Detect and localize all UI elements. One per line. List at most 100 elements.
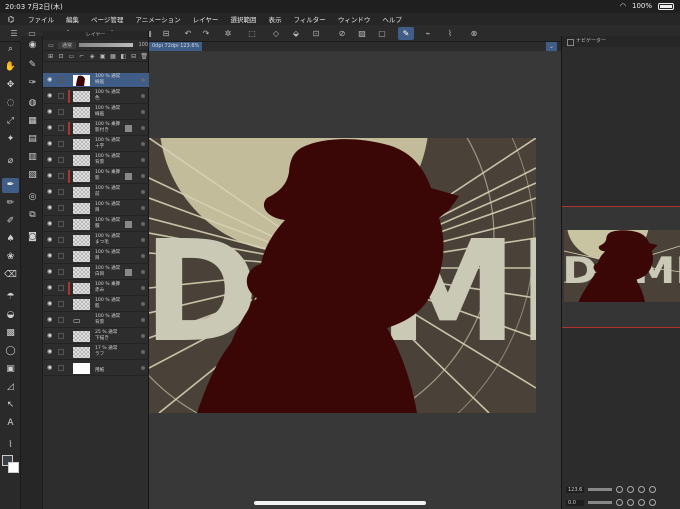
layer-row[interactable]: ◉ 100 % 通常 線画	[43, 73, 149, 88]
layer-row[interactable]: ◉ 100 % 通常肌	[43, 297, 149, 312]
menu-toggle-icon[interactable]: ☰	[6, 27, 22, 40]
crop-icon[interactable]: ⊡	[308, 27, 324, 40]
eye-icon[interactable]: ◉	[47, 157, 54, 163]
pen-pressure-icon[interactable]: ✎	[398, 27, 414, 40]
layer-row[interactable]: ◉ 用紙	[43, 361, 149, 376]
chevron-down-icon[interactable]: ⌄	[545, 42, 557, 51]
clear-icon[interactable]: ✲	[220, 27, 236, 40]
lock-checkbox[interactable]	[58, 189, 64, 195]
zoom-in-icon[interactable]	[627, 486, 635, 493]
eyedropper-tool-icon[interactable]: ⌀	[2, 154, 19, 169]
rotation-slider[interactable]	[588, 501, 612, 504]
layer-row[interactable]: ◉ 17 % 通常 ラフ	[43, 345, 149, 360]
lock-checkbox[interactable]	[58, 349, 64, 355]
layer-panel-tab[interactable]: レイヤー	[43, 31, 148, 40]
menu-window[interactable]: ウィンドウ	[332, 14, 377, 24]
layer-row[interactable]: ◉ 100 % 乗算 赤み	[43, 281, 149, 296]
eye-icon[interactable]: ◉	[47, 77, 54, 83]
navigator-tab[interactable]: ナビゲーター	[562, 36, 680, 47]
move-icon[interactable]: ✥	[2, 78, 19, 93]
eye-icon[interactable]: ◉	[47, 173, 54, 179]
eye-icon[interactable]: ◉	[47, 109, 54, 115]
undo-icon[interactable]: ↶	[180, 27, 196, 40]
zoom-icon[interactable]: ⌕	[2, 42, 19, 57]
menu-layer[interactable]: レイヤー	[187, 14, 225, 24]
lock-checkbox[interactable]	[58, 205, 64, 211]
gradient-icon[interactable]: ▩	[2, 326, 19, 341]
eye-icon[interactable]: ◉	[47, 237, 54, 243]
ruler-icon[interactable]: ◿	[2, 380, 19, 395]
airbrush-icon[interactable]: ♠	[2, 232, 19, 247]
eye-icon[interactable]: ◉	[47, 205, 54, 211]
lock-checkbox[interactable]	[58, 333, 64, 339]
artwork-canvas[interactable]: DOMINIA	[149, 138, 536, 413]
layer-panel-icon[interactable]: ⧉	[24, 208, 41, 223]
eye-icon[interactable]: ◉	[47, 189, 54, 195]
new-vector-layer-icon[interactable]: ⊡	[57, 53, 64, 60]
zoom-value[interactable]: 123.6	[566, 486, 585, 493]
menu-help[interactable]: ヘルプ	[376, 14, 408, 24]
layer-options-icon[interactable]	[141, 286, 145, 290]
blend-mode-select[interactable]: 通常	[58, 41, 77, 49]
decoration-icon[interactable]: ❀	[2, 250, 19, 265]
stabilizer-icon[interactable]: ⌁	[420, 27, 436, 40]
new-raster-layer-icon[interactable]: ⊞	[47, 53, 54, 60]
flip-icon[interactable]	[649, 499, 656, 506]
frame-icon[interactable]: ▣	[2, 362, 19, 377]
layer-options-icon[interactable]	[141, 158, 145, 162]
eraser-icon[interactable]: ⌫	[2, 268, 19, 283]
eye-icon[interactable]: ◉	[47, 269, 54, 275]
menu-page[interactable]: ページ管理	[85, 14, 129, 24]
lock-transparency-icon[interactable]: ▦	[109, 53, 116, 60]
pen-tool-icon[interactable]: ✒	[2, 178, 19, 193]
layer-options-icon[interactable]	[141, 206, 145, 210]
scanner-icon[interactable]: ⊟	[158, 27, 174, 40]
text-tool-icon[interactable]: A	[2, 416, 19, 431]
rotate-right-icon[interactable]	[627, 499, 634, 506]
menu-file[interactable]: ファイル	[22, 14, 60, 24]
selection-icon[interactable]: ▢	[374, 27, 390, 40]
lock-checkbox[interactable]	[58, 109, 64, 115]
eye-icon[interactable]: ◉	[47, 349, 54, 355]
approx-color-icon[interactable]: ▧	[24, 168, 41, 183]
layer-options-icon[interactable]	[141, 270, 145, 274]
lock-checkbox[interactable]	[58, 253, 64, 259]
lock-checkbox[interactable]	[58, 365, 64, 371]
layer-row[interactable]: ◉ 100 % 乗算 影付き	[43, 121, 149, 136]
layer-row[interactable]: ◉ 100 % 通常色	[43, 89, 149, 104]
layer-row[interactable]: ◉ 25 % 通常 下描き	[43, 329, 149, 344]
fill-icon[interactable]: ⬙	[288, 27, 304, 40]
lock-checkbox[interactable]	[58, 285, 64, 291]
layer-options-icon[interactable]	[141, 174, 145, 178]
layer-row[interactable]: ◉ 100 % 通常 白目	[43, 265, 149, 280]
layer-row[interactable]: ◉ 100 % 乗算影	[43, 169, 149, 184]
actual-size-icon[interactable]	[649, 486, 657, 493]
rotate-left-icon[interactable]	[616, 499, 623, 506]
zoom-out-icon[interactable]	[616, 486, 624, 493]
layer-options-icon[interactable]	[141, 254, 145, 258]
eye-icon[interactable]: ◉	[47, 221, 54, 227]
hand-icon[interactable]: ✋	[2, 60, 19, 75]
menu-selection[interactable]: 選択範囲	[224, 14, 262, 24]
lock-checkbox[interactable]	[58, 301, 64, 307]
app-logo-icon[interactable]: ⌬	[0, 15, 22, 24]
layer-options-icon[interactable]	[141, 126, 145, 130]
pencil-tool-icon[interactable]: ✏	[2, 196, 19, 211]
eye-icon[interactable]: ◉	[47, 93, 54, 99]
rotation-value[interactable]: 0.0	[566, 499, 584, 506]
eye-icon[interactable]: ◉	[47, 317, 54, 323]
layer-row[interactable]: ◉ 100 % 通常 背景	[43, 153, 149, 168]
zoom-slider[interactable]	[588, 488, 613, 491]
layer-row[interactable]: ◉ 100 % 通常目	[43, 249, 149, 264]
lock-checkbox[interactable]	[58, 317, 64, 323]
layer-row[interactable]: ◉ 100 % 通常服	[43, 217, 149, 232]
tool-property-icon[interactable]: ✑	[24, 76, 41, 91]
canvas-tab[interactable]: 0dpi 72dpi 123.6%	[149, 42, 203, 51]
layer-options-icon[interactable]	[141, 222, 145, 226]
menu-edit[interactable]: 編集	[60, 14, 85, 24]
lock-checkbox[interactable]	[58, 157, 64, 163]
transform-icon[interactable]: ◇	[268, 27, 284, 40]
menu-view[interactable]: 表示	[262, 14, 287, 24]
layer-property-icon[interactable]: ◎	[24, 190, 41, 205]
layer-options-icon[interactable]	[141, 190, 145, 194]
